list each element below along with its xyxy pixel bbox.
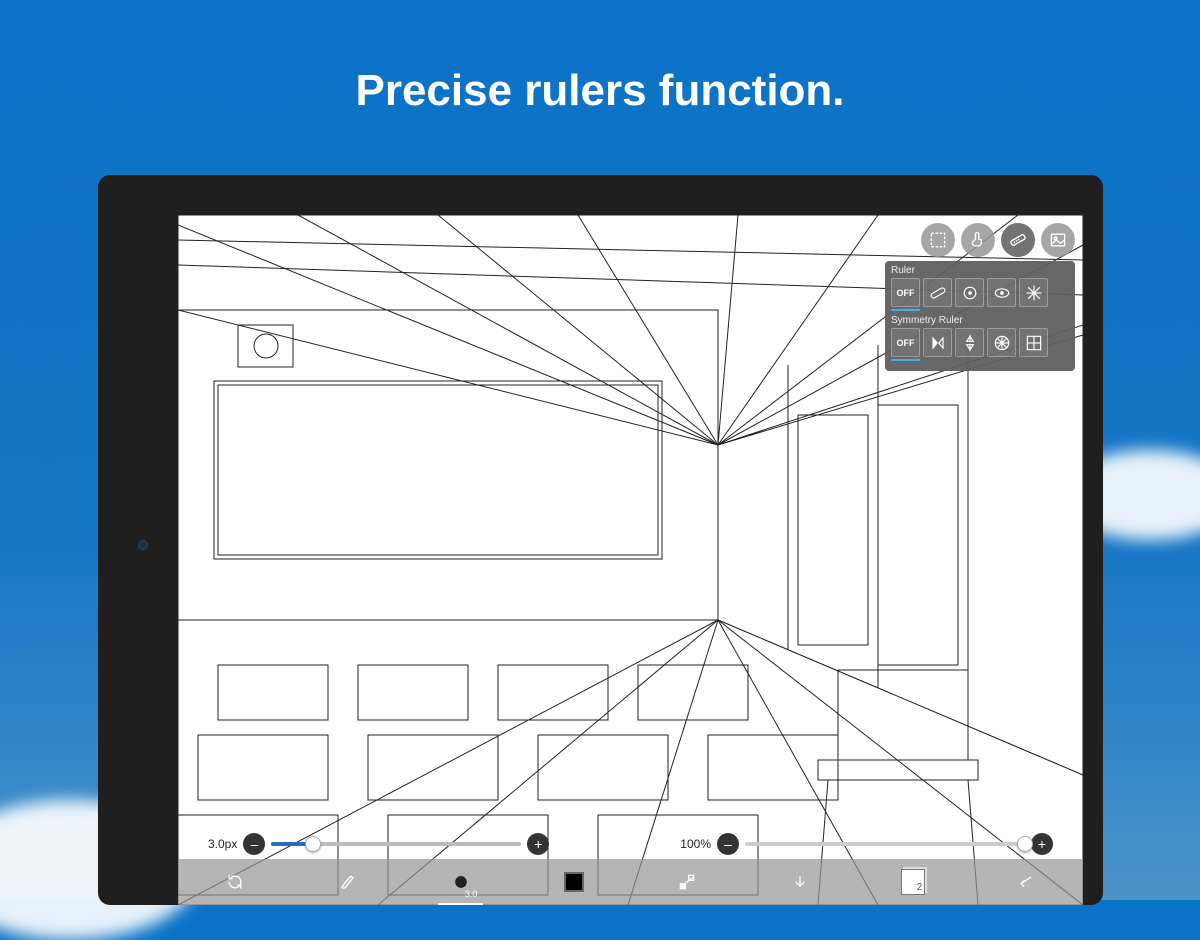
- ruler-section-label: Ruler: [891, 265, 1069, 276]
- brush-size-slider: 3.0px – +: [208, 833, 549, 855]
- hero-title: Precise rulers function.: [0, 66, 1200, 116]
- selection-icon[interactable]: [921, 223, 955, 257]
- brush-size-plus[interactable]: +: [527, 833, 549, 855]
- kaleidoscope-icon[interactable]: [987, 328, 1016, 357]
- layers-tool[interactable]: 2: [857, 859, 970, 905]
- rotate-tool[interactable]: [178, 859, 291, 905]
- opacity-track[interactable]: [745, 842, 1025, 846]
- brush-size-label: 3.0px: [208, 837, 237, 851]
- color-swatch[interactable]: [517, 859, 630, 905]
- ruler-off-button[interactable]: OFF: [891, 278, 920, 307]
- ruler-icon[interactable]: [1001, 223, 1035, 257]
- grid-symmetry-icon[interactable]: [1019, 328, 1048, 357]
- straight-ruler-icon[interactable]: [923, 278, 952, 307]
- circle-ruler-icon[interactable]: [955, 278, 984, 307]
- touch-icon[interactable]: [961, 223, 995, 257]
- ruler-popover: Ruler OFF Symmetry Ruler OFF: [885, 261, 1075, 371]
- opacity-plus[interactable]: +: [1031, 833, 1053, 855]
- brush-tool[interactable]: [291, 859, 404, 905]
- sliders-row: 3.0px – + 100% – +: [208, 833, 1053, 855]
- app-screen: Ruler OFF Symmetry Ruler OFF: [178, 215, 1083, 905]
- tablet-frame: Ruler OFF Symmetry Ruler OFF: [98, 175, 1103, 905]
- vertical-symmetry-icon[interactable]: [923, 328, 952, 357]
- opacity-slider: 100% – +: [680, 833, 1053, 855]
- brush-size-minus[interactable]: –: [243, 833, 265, 855]
- symmetry-section: Symmetry Ruler OFF: [891, 315, 1069, 361]
- ruler-section: Ruler OFF: [891, 265, 1069, 311]
- import-tool[interactable]: [744, 859, 857, 905]
- layers-count: 2: [901, 869, 925, 895]
- symmetry-off-button[interactable]: OFF: [891, 328, 920, 357]
- opacity-minus[interactable]: –: [717, 833, 739, 855]
- top-tools-row: [921, 223, 1075, 257]
- brush-preview[interactable]: 3.0: [404, 859, 517, 905]
- symmetry-active-underline: [891, 359, 920, 361]
- gradient-tool[interactable]: [631, 859, 744, 905]
- brush-size-badge: 3.0: [465, 889, 478, 899]
- radial-ruler-icon[interactable]: [1019, 278, 1048, 307]
- ruler-active-underline: [891, 309, 920, 311]
- symmetry-section-label: Symmetry Ruler: [891, 315, 1069, 326]
- opacity-label: 100%: [680, 837, 711, 851]
- brush-size-track[interactable]: [271, 842, 521, 846]
- image-icon[interactable]: [1041, 223, 1075, 257]
- back-button[interactable]: [970, 859, 1083, 905]
- bottom-toolbar: 3.0 2: [178, 859, 1083, 905]
- tablet-camera: [138, 540, 148, 550]
- cross-symmetry-icon[interactable]: [955, 328, 984, 357]
- ellipse-ruler-icon[interactable]: [987, 278, 1016, 307]
